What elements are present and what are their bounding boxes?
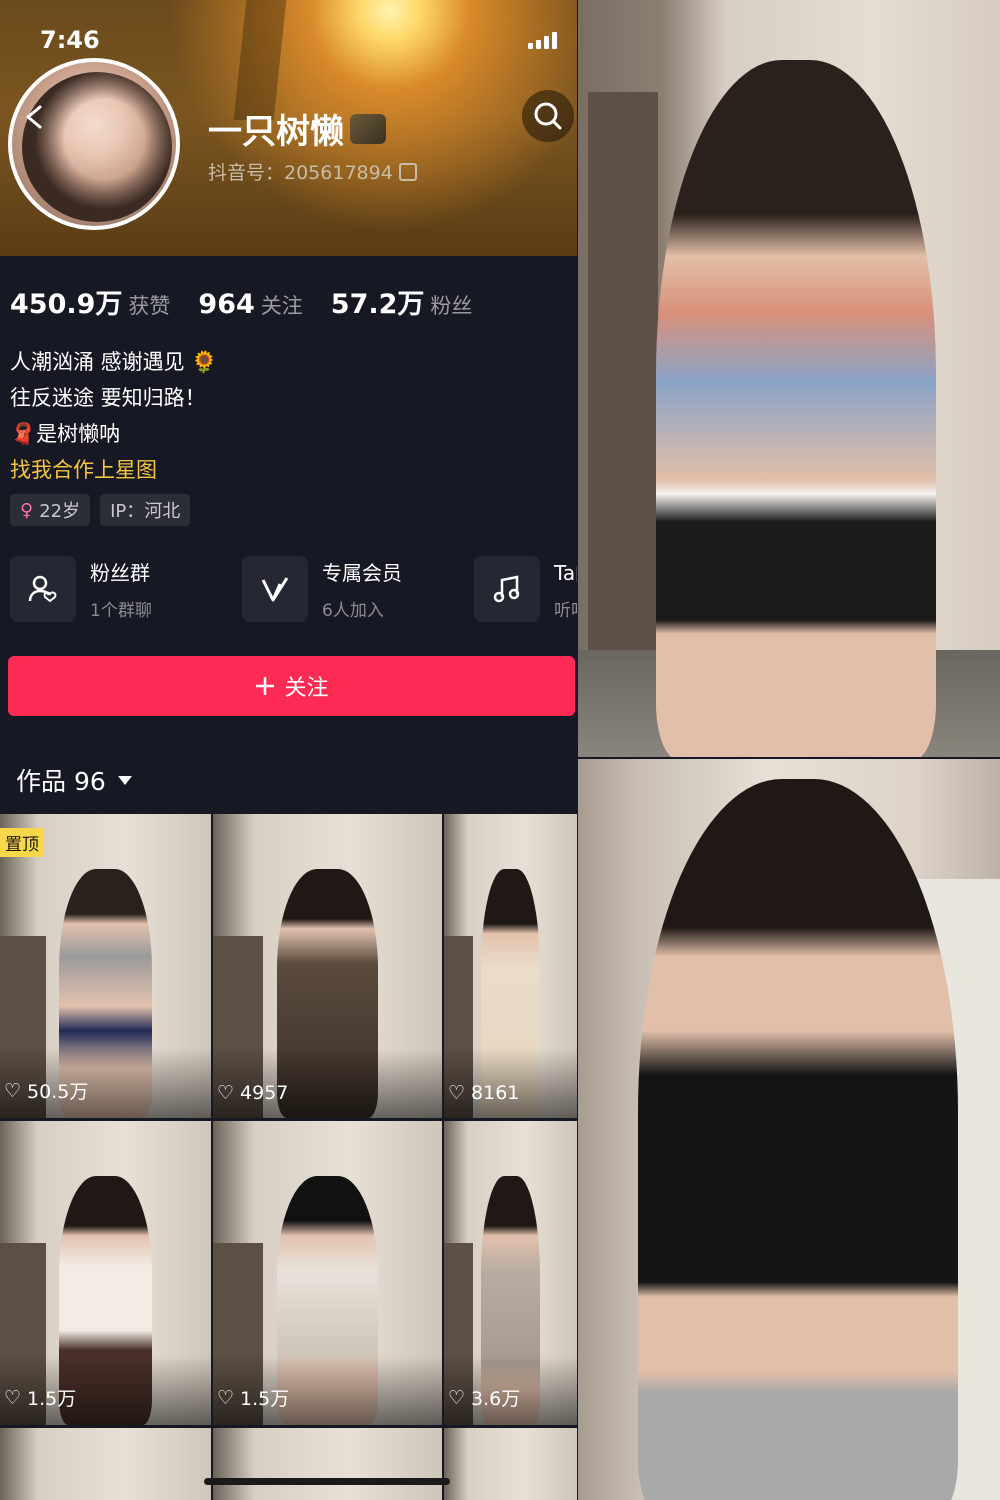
heart-icon: ♡	[4, 1079, 22, 1102]
stat-followers[interactable]: 57.2万 粉丝	[331, 282, 473, 321]
music-icon	[474, 556, 540, 622]
like-count: ♡ 8161	[448, 1082, 520, 1104]
heart-icon: ♡	[217, 1386, 235, 1409]
video-tile[interactable]: ♡ 8161	[444, 814, 577, 1118]
photo-bottom	[578, 759, 1000, 1500]
profile-stats: 450.9万 获赞 964 关注 57.2万 粉丝	[10, 282, 472, 321]
video-tile[interactable]: ♡ 4957	[213, 814, 442, 1118]
search-button[interactable]	[522, 90, 574, 142]
feature-membership[interactable]: 专属会员 6人加入	[242, 556, 448, 622]
heart-icon: ♡	[217, 1082, 235, 1104]
signal-icon	[528, 32, 557, 49]
like-count: ♡ 3.6万	[448, 1386, 521, 1411]
avatar[interactable]	[8, 58, 180, 230]
profile-name-row: 一只树懒	[208, 104, 386, 153]
like-count: ♡ 1.5万	[4, 1386, 77, 1411]
bio-line: 🧣是树懒呐	[10, 422, 121, 446]
video-tile[interactable]	[213, 1428, 442, 1500]
star-map-link[interactable]: 找我合作上星图	[10, 452, 218, 488]
bio-line: 人潮汹涌 感谢遇见 🌻	[10, 350, 218, 374]
stat-likes[interactable]: 450.9万 获赞	[10, 282, 170, 321]
status-time: 7:46	[40, 26, 100, 54]
female-icon: ♀	[20, 499, 34, 521]
douyin-id-row[interactable]: 抖音号：205617894	[208, 158, 417, 185]
heart-icon: ♡	[448, 1386, 466, 1409]
search-icon	[534, 102, 562, 130]
profile-tags: ♀ 22岁 IP：河北	[10, 494, 191, 526]
chevron-down-icon	[117, 775, 132, 785]
badge-icon	[350, 113, 386, 144]
like-count: ♡ 1.5万	[217, 1386, 290, 1411]
feature-music[interactable]: Ta的听听t	[474, 556, 577, 622]
profile-name: 一只树懒	[208, 112, 344, 152]
douyin-id: 抖音号：205617894	[208, 162, 393, 184]
video-tile[interactable]: ♡ 1.5万	[0, 1121, 211, 1425]
profile-bio: 人潮汹涌 感谢遇见 🌻 往反迷途 要知归路！ 🧣是树懒呐 找我合作上星图	[10, 344, 218, 488]
bio-line: 往反迷途 要知归路！	[10, 386, 206, 410]
video-tile[interactable]: ♡ 3.6万	[444, 1121, 577, 1425]
pinned-badge: 置顶	[0, 828, 44, 857]
cover-shadow	[233, 0, 287, 120]
like-count: ♡ 4957	[217, 1082, 289, 1104]
follow-button[interactable]: 关注	[8, 656, 575, 716]
works-label: 作品 96	[16, 767, 106, 796]
feature-row: 粉丝群1个群聊 专属会员6人加入 Ta的听听t	[10, 556, 577, 622]
follow-label: 关注	[284, 676, 329, 701]
back-icon[interactable]	[22, 104, 48, 130]
video-tile[interactable]: 置顶 ♡ 50.5万	[0, 814, 211, 1118]
like-count: ♡ 50.5万	[4, 1079, 89, 1104]
photo-top	[578, 0, 1000, 757]
ip-tag: IP：河北	[100, 494, 191, 526]
video-tile[interactable]: ♡ 1.5万	[213, 1121, 442, 1425]
feature-fan-group[interactable]: 粉丝群 1个群聊	[10, 556, 216, 622]
age-tag: ♀ 22岁	[10, 494, 91, 526]
membership-icon	[242, 556, 308, 622]
heart-icon: ♡	[4, 1386, 22, 1409]
profile-screen: 7:46 一只树懒 抖音号：205617894 450.9万 获赞 964 关注 5…	[0, 0, 577, 1500]
works-tab[interactable]: 作品 96	[16, 762, 132, 798]
video-tile[interactable]	[0, 1428, 211, 1500]
video-tile[interactable]	[444, 1428, 577, 1500]
stat-following[interactable]: 964 关注	[198, 289, 302, 320]
copy-icon[interactable]	[398, 162, 417, 181]
plus-icon	[256, 677, 275, 695]
fan-group-icon	[10, 556, 76, 622]
heart-icon: ♡	[448, 1082, 466, 1104]
home-indicator	[204, 1478, 450, 1485]
